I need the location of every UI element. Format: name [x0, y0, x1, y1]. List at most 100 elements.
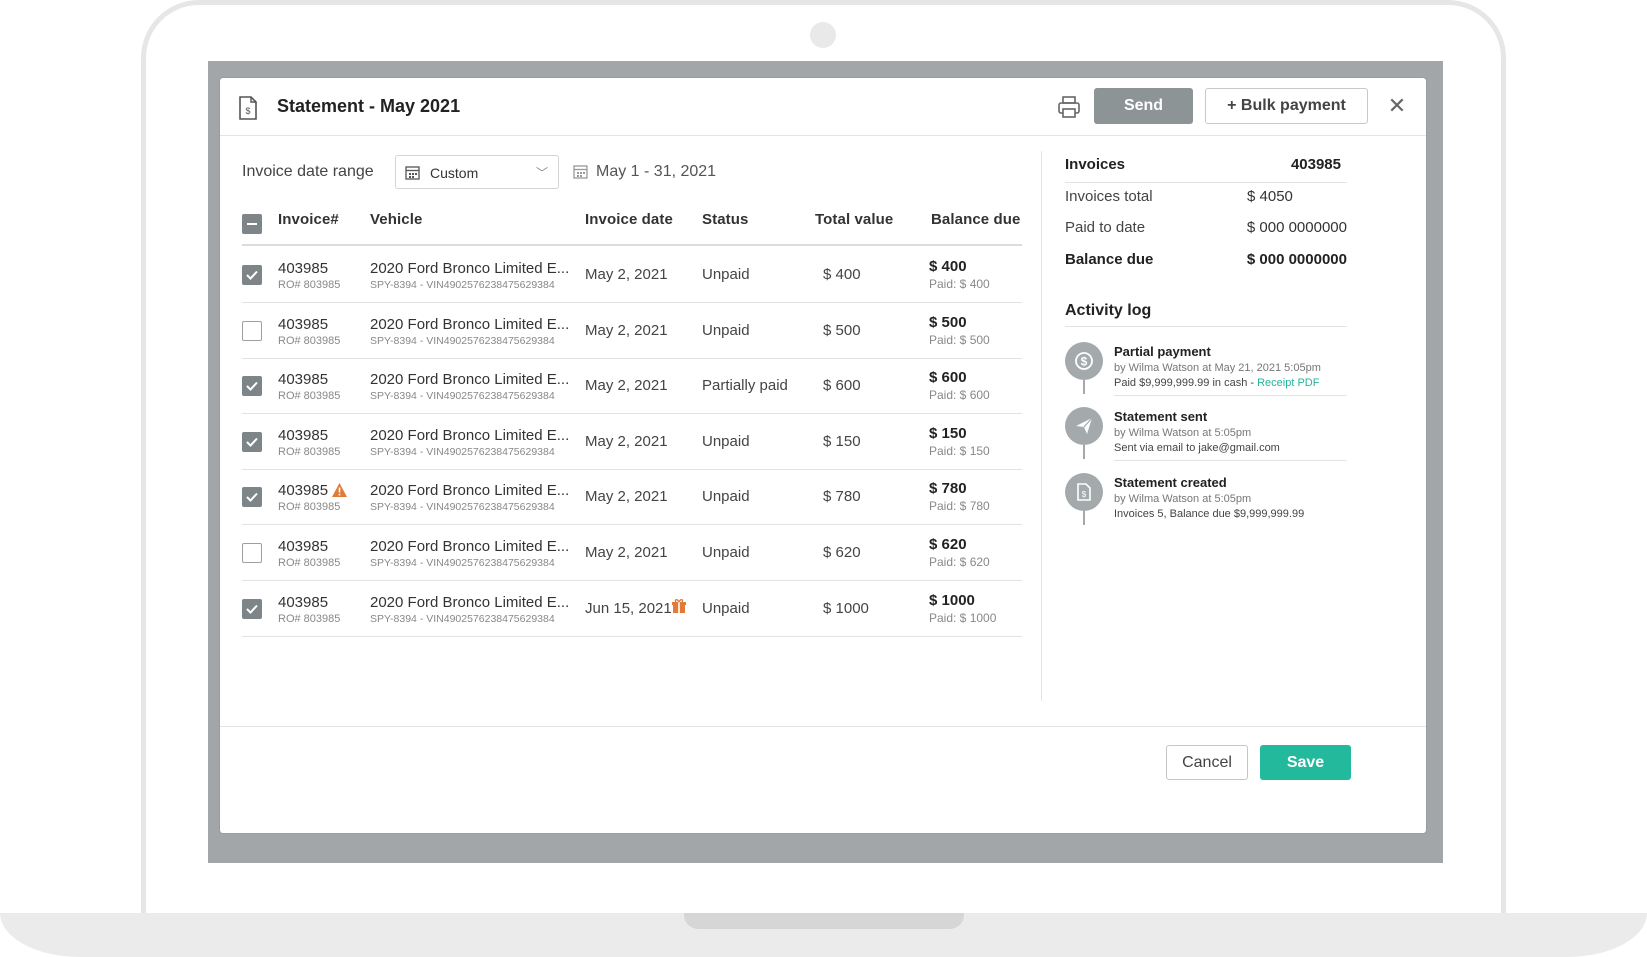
invoice-status: Partially paid	[702, 377, 788, 395]
row-checkbox[interactable]	[242, 543, 262, 563]
balance-due: $ 620	[929, 536, 967, 553]
svg-text:$: $	[245, 106, 250, 116]
chevron-down-icon: ﹀	[535, 166, 548, 180]
ro-number: RO# 803985	[278, 334, 341, 347]
calendar-icon	[573, 165, 588, 179]
table-header: Invoice# Vehicle Invoice date Status Tot…	[242, 203, 1022, 246]
activity-detail: Paid $9,999,999.99 in cash - Receipt PDF	[1114, 377, 1319, 389]
send-button[interactable]: Send	[1094, 88, 1193, 124]
row-checkbox[interactable]	[242, 320, 262, 341]
invoice-number[interactable]: 403985	[278, 316, 328, 333]
activity-title: Statement created	[1114, 475, 1227, 490]
invoice-number[interactable]: 403985	[278, 538, 328, 555]
date-range-value[interactable]: May 1 - 31, 2021	[596, 163, 716, 181]
calendar-icon	[405, 166, 420, 180]
balance-due: $ 400	[929, 258, 967, 275]
invoice-date-range-label: Invoice date range	[242, 163, 374, 180]
table-row[interactable]: 403985 RO# 803985 2020 Ford Bronco Limited…	[242, 247, 1022, 303]
ro-number: RO# 803985	[278, 279, 341, 291]
table-row[interactable]: 403985 RO# 803985 2020 Ford Bronco Limited…	[242, 469, 1022, 526]
panel-divider	[1041, 151, 1042, 701]
timeline-connector	[1083, 380, 1085, 394]
modal-header: $ Statement - May 2021 Send + Bulk payme…	[220, 78, 1426, 136]
screen: $ Statement - May 2021 Send + Bulk payme…	[208, 61, 1443, 863]
ro-number: RO# 803985	[278, 390, 341, 403]
table-row[interactable]: 403985 RO# 803985 2020 Ford Bronco Limited…	[242, 581, 1022, 637]
vehicle-vin: SPY-8394 - VIN4902576238475629384	[370, 557, 555, 569]
header-status[interactable]: Status	[702, 211, 748, 228]
paid-amount: Paid: $ 150	[929, 443, 990, 458]
select-all-checkbox[interactable]	[242, 214, 262, 234]
total-value: $ 1000	[823, 599, 869, 617]
activity-divider	[1114, 395, 1347, 396]
summary-balance-due-row: Balance due $ 000 0000000	[1065, 246, 1347, 278]
invoice-status: Unpaid	[702, 488, 750, 506]
print-icon[interactable]	[1056, 94, 1082, 120]
vehicle-vin: SPY-8394 - VIN4902576238475629384	[370, 390, 555, 403]
invoice-status: Unpaid	[702, 266, 750, 283]
vehicle-vin: SPY-8394 - VIN490257623847562938​4	[370, 279, 555, 291]
warning-icon	[332, 483, 347, 498]
summary-invoices-total-value: $ 4050	[1247, 188, 1293, 205]
invoice-date: Jun 15, 2021	[585, 599, 672, 617]
table-row[interactable]: 403985 RO# 803985 2020 Ford Bronco Limited…	[242, 358, 1022, 415]
summary-invoices-value: 403985	[1290, 156, 1341, 173]
row-checkbox[interactable]	[242, 376, 262, 397]
header-vehicle[interactable]: Vehicle	[370, 211, 422, 228]
invoice-number[interactable]: 403985	[278, 371, 328, 388]
invoice-number[interactable]: 403985	[278, 594, 328, 611]
activity-log-item: $ Partial payment by Wilma Watson at May…	[1065, 342, 1347, 408]
document-icon: $	[1065, 473, 1103, 511]
header-invoice-date[interactable]: Invoice date	[585, 211, 673, 228]
invoice-date: May 2, 2021	[585, 266, 668, 283]
ro-number: RO# 803985	[278, 557, 341, 569]
activity-log-divider	[1065, 326, 1347, 327]
row-checkbox[interactable]	[242, 265, 262, 285]
invoice-number[interactable]: 403985	[278, 260, 328, 277]
ro-number: RO# 803985	[278, 501, 341, 514]
bulk-payment-button[interactable]: + Bulk payment	[1205, 88, 1368, 124]
total-value: $ 780	[823, 488, 861, 506]
invoice-date: May 2, 2021	[585, 432, 668, 450]
table-row[interactable]: 403985 RO# 803985 2020 Ford Bronco Limited…	[242, 414, 1022, 470]
header-total-value[interactable]: Total value	[815, 211, 893, 228]
summary-invoices-total-label: Invoices total	[1065, 188, 1153, 205]
date-range-select[interactable]: Custom ﹀	[395, 155, 559, 189]
cancel-button[interactable]: Cancel	[1166, 745, 1248, 780]
table-row[interactable]: 403985 RO# 803985 2020 Ford Bronco Limited…	[242, 525, 1022, 581]
row-checkbox[interactable]	[242, 431, 262, 452]
receipt-pdf-link[interactable]: Receipt PDF	[1257, 377, 1319, 389]
vehicle-vin: SPY-8394 - VIN4902576238475629384	[370, 334, 555, 347]
modal-title: Statement - May 2021	[277, 96, 461, 116]
total-value: $ 500	[823, 321, 861, 339]
vehicle-name: 2020 Ford Bronco Limited E...	[370, 371, 570, 389]
activity-log-item: $ Statement created by Wilma Watson at 5…	[1065, 473, 1347, 539]
summary-balance-due-label: Balance due	[1065, 251, 1154, 268]
row-checkbox[interactable]	[242, 598, 262, 619]
save-button[interactable]: Save	[1260, 745, 1351, 780]
close-icon[interactable]: ✕	[1385, 94, 1409, 118]
table-row[interactable]: 403985 RO# 803985 2020 Ford Bronco Limited…	[242, 303, 1022, 359]
total-value: $ 620	[823, 544, 861, 561]
summary-paid-to-date-value: $ 000 0000000	[1246, 219, 1347, 236]
activity-author: by Wilma Watson at May 21, 2021 5:05pm	[1114, 362, 1321, 374]
svg-text:$: $	[1082, 490, 1087, 499]
summary-invoices-label: Invoices	[1065, 156, 1126, 173]
balance-due: $ 780	[929, 480, 967, 498]
timeline-connector	[1083, 511, 1085, 525]
dollar-icon: $	[1065, 342, 1103, 380]
header-invoice[interactable]: Invoice#	[278, 211, 339, 228]
invoice-number[interactable]: 403985	[278, 482, 328, 499]
row-checkbox[interactable]	[242, 487, 262, 508]
header-balance-due[interactable]: Balance due	[931, 211, 1020, 228]
summary-paid-to-date-row: Paid to date $ 000 0000000	[1065, 214, 1347, 246]
activity-author: by Wilma Watson at 5:05pm	[1114, 493, 1252, 505]
total-value: $ 400	[823, 266, 861, 283]
vehicle-name: 2020 Ford Bronco Limited E...	[370, 482, 570, 500]
date-range-select-value: Custom	[430, 165, 479, 181]
vehicle-vin: SPY-8394 - VIN4902576238475629384	[370, 501, 555, 514]
invoice-number[interactable]: 403985	[278, 427, 328, 444]
total-value: $ 150	[823, 432, 861, 450]
activity-detail: Invoices 5, Balance due $9,999,999.99	[1114, 508, 1305, 520]
laptop-camera	[810, 22, 836, 48]
